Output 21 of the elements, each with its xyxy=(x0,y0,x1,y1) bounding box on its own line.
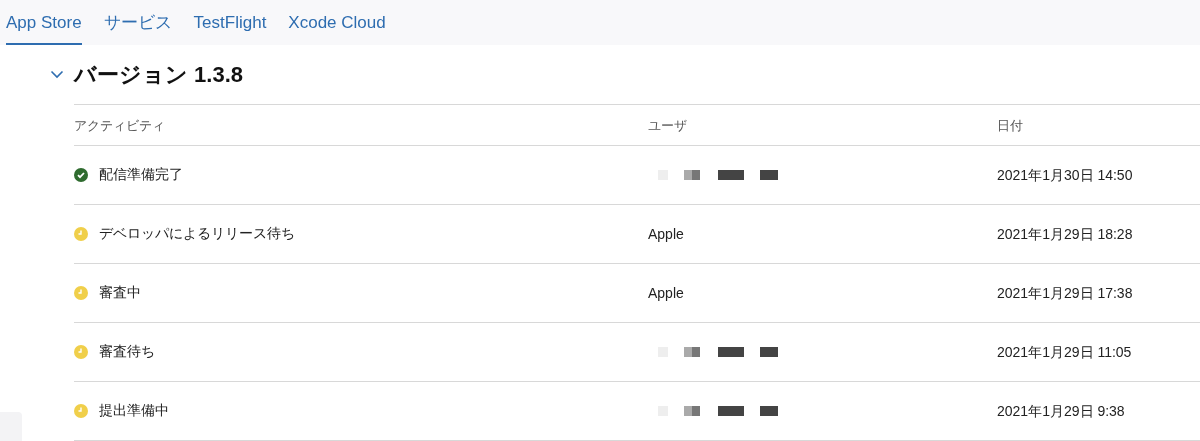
activity-text: 提出準備中 xyxy=(99,402,169,420)
date-text: 2021年1月29日 17:38 xyxy=(997,284,1133,301)
date-text: 2021年1月29日 9:38 xyxy=(997,402,1125,419)
chevron-icon[interactable] xyxy=(50,70,64,79)
date-text: 2021年1月30日 14:50 xyxy=(997,166,1133,183)
column-header: アクティビティ xyxy=(74,117,165,133)
section-title: バージョン 1.3.8 xyxy=(74,60,244,89)
activity-text: 配信準備完了 xyxy=(99,166,183,184)
user-text: Apple xyxy=(648,226,684,242)
tab[interactable]: Xcode Cloud xyxy=(288,0,386,45)
activity-text: 審査中 xyxy=(99,284,141,302)
tab[interactable]: TestFlight xyxy=(193,0,267,45)
activity-text: 審査待ち xyxy=(99,343,155,361)
column-header: 日付 xyxy=(997,117,1023,133)
user-text: Apple xyxy=(648,285,684,301)
date-text: 2021年1月29日 18:28 xyxy=(997,225,1133,242)
date-text: 2021年1月29日 11:05 xyxy=(997,343,1132,360)
tab[interactable]: App Store xyxy=(6,0,82,45)
column-header: ユーザ xyxy=(648,117,687,133)
tab[interactable]: サービス xyxy=(103,0,172,45)
activity-text: デベロッパによるリリース待ち xyxy=(99,225,295,243)
